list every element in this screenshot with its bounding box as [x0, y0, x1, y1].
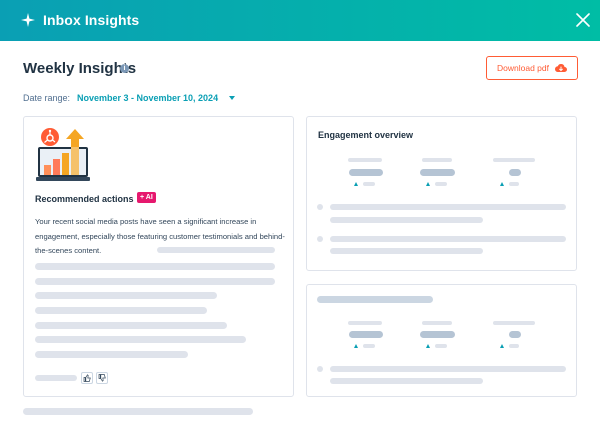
- skeleton-line: [35, 292, 217, 299]
- info-icon[interactable]: i: [120, 64, 129, 73]
- recommended-actions-card: Recommended actions + AI Your recent soc…: [23, 116, 294, 397]
- skeleton-line: [35, 375, 77, 381]
- ai-badge: + AI: [137, 192, 156, 203]
- sparkle-icon: [21, 13, 35, 27]
- list-bullet: [317, 236, 323, 242]
- metric-value-skeleton: [420, 331, 455, 338]
- metric-value-skeleton: [509, 169, 521, 176]
- skeleton-line: [330, 236, 566, 242]
- metric-label-skeleton: [422, 321, 452, 325]
- metric-label-skeleton: [493, 158, 535, 162]
- skeleton-line: [330, 217, 483, 223]
- metric-value-skeleton: [420, 169, 455, 176]
- download-pdf-button[interactable]: Download pdf: [486, 56, 578, 80]
- skeleton-line: [330, 366, 566, 372]
- cloud-download-icon: [554, 64, 567, 73]
- trend-up-icon: [426, 344, 430, 348]
- skeleton-line: [35, 263, 275, 270]
- download-pdf-label: Download pdf: [497, 63, 549, 73]
- title-skeleton: [317, 296, 433, 303]
- loading-insight-card: [306, 284, 577, 397]
- modal-title: Inbox Insights: [43, 12, 140, 28]
- trend-up-icon: [500, 182, 504, 186]
- list-bullet: [317, 204, 323, 210]
- footer-skeleton-line: [23, 408, 253, 415]
- metric-value-skeleton: [509, 331, 521, 338]
- skeleton-line: [35, 322, 227, 329]
- growth-chart-illustration-icon: [36, 128, 90, 181]
- date-range-dropdown[interactable]: November 3 - November 10, 2024: [77, 93, 218, 103]
- metric-change-skeleton: [435, 344, 447, 348]
- skeleton-line: [330, 248, 483, 254]
- metric-value-skeleton: [349, 331, 383, 338]
- metric-label-skeleton: [493, 321, 535, 325]
- metric-value-skeleton: [349, 169, 383, 176]
- skeleton-line: [157, 247, 275, 253]
- skeleton-line: [330, 378, 483, 384]
- metric-change-skeleton: [509, 182, 519, 186]
- metric-label-skeleton: [348, 321, 382, 325]
- skeleton-line: [35, 351, 188, 358]
- modal-header: Inbox Insights: [0, 0, 600, 41]
- thumbs-up-button[interactable]: [81, 372, 93, 384]
- thumbs-up-icon: [83, 374, 91, 382]
- skeleton-line: [35, 336, 246, 343]
- trend-up-icon: [354, 344, 358, 348]
- metric-change-skeleton: [363, 344, 375, 348]
- list-bullet: [317, 366, 323, 372]
- trend-up-icon: [426, 182, 430, 186]
- skeleton-line: [330, 204, 566, 210]
- thumbs-down-button[interactable]: [96, 372, 108, 384]
- metric-label-skeleton: [348, 158, 382, 162]
- thumbs-down-icon: [98, 374, 106, 382]
- metric-change-skeleton: [509, 344, 519, 348]
- metric-change-skeleton: [363, 182, 375, 186]
- skeleton-line: [35, 307, 207, 314]
- engagement-overview-card: Engagement overview: [306, 116, 577, 271]
- metric-change-skeleton: [435, 182, 447, 186]
- trend-up-icon: [354, 182, 358, 186]
- engagement-overview-title: Engagement overview: [318, 130, 414, 140]
- date-range-label: Date range:: [23, 93, 71, 103]
- recommended-actions-title: Recommended actions: [35, 194, 134, 204]
- skeleton-line: [35, 278, 275, 285]
- close-icon[interactable]: [576, 13, 590, 27]
- trend-up-icon: [500, 344, 504, 348]
- chevron-down-icon[interactable]: [229, 96, 235, 100]
- metric-label-skeleton: [422, 158, 452, 162]
